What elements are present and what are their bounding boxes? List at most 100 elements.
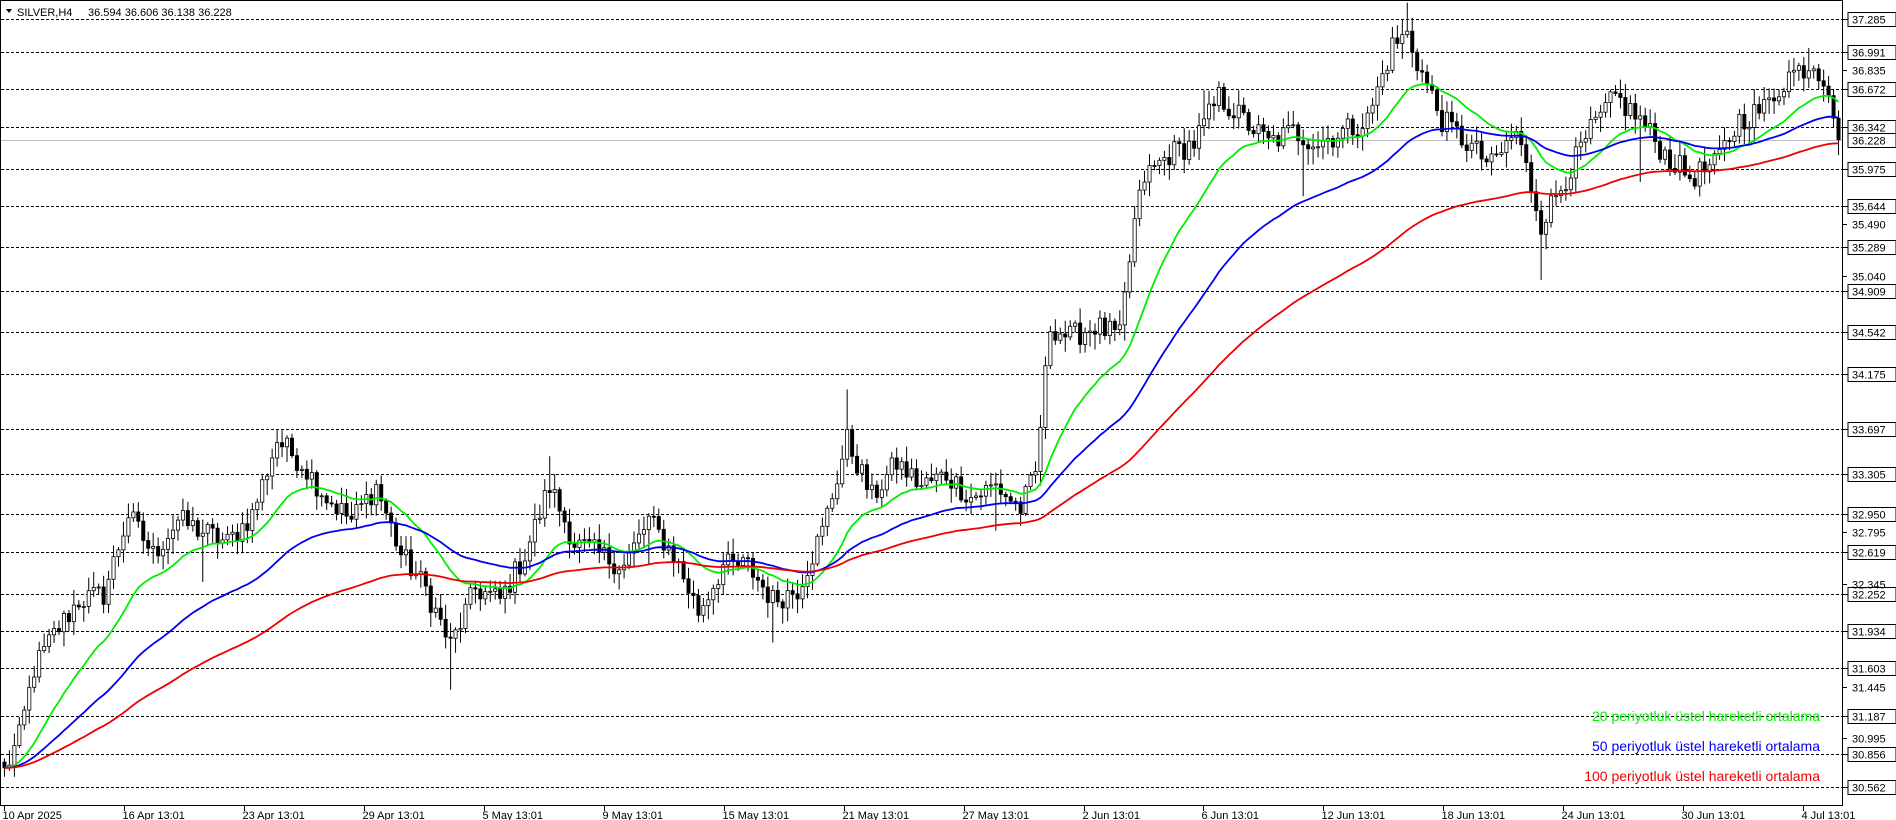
candle-body	[1732, 135, 1737, 142]
candle-body	[1593, 116, 1598, 120]
candle-body	[1553, 195, 1558, 198]
time-label: 29 Apr 13:01	[363, 810, 425, 820]
candle-body	[131, 511, 136, 519]
candle-body	[1306, 144, 1311, 150]
ohlc-readout: 36.594 36.606 36.138 36.228	[88, 7, 232, 19]
candle-body	[1092, 330, 1097, 335]
candle-body	[1236, 104, 1241, 119]
candle-body	[1068, 325, 1073, 338]
price-chart[interactable]: 37.285 36.991 36.672 36.342 35.975 35.644 35.2…	[0, 0, 1896, 820]
scale-label: 35.040	[1852, 272, 1886, 284]
price-label: 32.950	[1852, 510, 1886, 522]
price-label: 32.619	[1852, 548, 1886, 560]
candle-body	[537, 517, 542, 520]
candle-body	[795, 593, 800, 600]
candle-body	[1474, 140, 1479, 144]
candle-body	[126, 517, 131, 537]
candle-body	[1246, 112, 1251, 131]
candle-body	[894, 457, 899, 470]
candle-body	[879, 489, 884, 498]
candle-body	[1137, 189, 1142, 220]
candle-body	[780, 601, 785, 609]
price-label: 31.934	[1852, 627, 1886, 639]
candle-body	[1613, 91, 1618, 94]
candle-body	[1747, 126, 1752, 130]
candle-body	[1752, 104, 1757, 128]
candle-body	[52, 628, 57, 636]
candle-body	[899, 461, 904, 470]
candle-body	[542, 490, 547, 519]
candle-body	[27, 686, 32, 711]
candle-body	[1692, 178, 1697, 187]
candle-body	[627, 552, 632, 566]
candle-body	[1142, 181, 1147, 191]
price-label: 35.289	[1852, 243, 1886, 255]
candle-body	[1127, 261, 1132, 293]
candle-body	[86, 590, 91, 607]
candle-body	[166, 538, 171, 550]
candle-body	[215, 527, 220, 544]
candle-body	[1073, 322, 1078, 327]
candle-body	[314, 472, 319, 497]
candle-body	[1281, 127, 1286, 147]
price-label: 30.562	[1852, 783, 1886, 795]
candle-body	[309, 472, 314, 480]
candle-body	[993, 483, 998, 486]
candle-body	[1568, 177, 1573, 191]
candle-body	[304, 468, 309, 480]
candle-body	[1231, 115, 1236, 119]
candle-body	[840, 458, 845, 485]
candle-body	[1330, 138, 1335, 148]
time-label: 10 Apr 2025	[3, 810, 62, 820]
candle-body	[190, 520, 195, 526]
candle-body	[864, 464, 869, 490]
candle-body	[146, 540, 151, 549]
candle-body	[884, 474, 889, 491]
candle-body	[696, 595, 701, 616]
candle-body	[770, 590, 775, 603]
candle-body	[1682, 155, 1687, 176]
candle-body	[1152, 165, 1157, 167]
candle-body	[151, 546, 156, 549]
candle-body	[76, 604, 81, 608]
candle-body	[394, 522, 399, 547]
candle-body	[1226, 108, 1231, 117]
candle-body	[954, 476, 959, 489]
candle-body	[1365, 112, 1370, 129]
candle-body	[711, 588, 716, 601]
candle-body	[1781, 91, 1786, 98]
candle-body	[1504, 140, 1509, 154]
candle-body	[815, 535, 820, 565]
price-label: 34.909	[1852, 287, 1886, 299]
legend-entry: 50 periyotluk üstel hareketli ortalama	[1592, 738, 1820, 754]
candle-body	[1102, 317, 1107, 336]
candle-body	[1529, 162, 1534, 193]
candle-body	[1811, 68, 1816, 72]
candle-body	[1687, 174, 1692, 180]
candle-body	[1410, 30, 1415, 53]
price-label: 35.975	[1852, 165, 1886, 177]
candle-body	[265, 475, 270, 481]
candle-body	[141, 520, 146, 541]
candle-body	[1628, 103, 1633, 116]
candle-body	[443, 618, 448, 638]
candle-body	[175, 519, 180, 531]
candle-body	[1469, 142, 1474, 151]
candle-body	[1028, 474, 1033, 487]
candle-body	[403, 549, 408, 556]
candle-body	[1449, 111, 1454, 123]
candle-body	[1286, 125, 1291, 129]
candle-body	[42, 646, 47, 651]
time-label: 16 Apr 13:01	[123, 810, 185, 820]
candle-body	[1821, 80, 1826, 87]
candle-body	[1578, 141, 1583, 148]
candle-body	[1717, 148, 1722, 155]
candle-body	[22, 709, 27, 726]
time-label: 2 Jun 13:01	[1083, 810, 1141, 820]
candle-body	[32, 676, 37, 688]
candle-body	[1385, 69, 1390, 75]
candle-body	[959, 476, 964, 501]
candle-body	[1261, 124, 1266, 132]
candle-body	[1053, 331, 1058, 341]
candle-body	[1454, 121, 1459, 127]
